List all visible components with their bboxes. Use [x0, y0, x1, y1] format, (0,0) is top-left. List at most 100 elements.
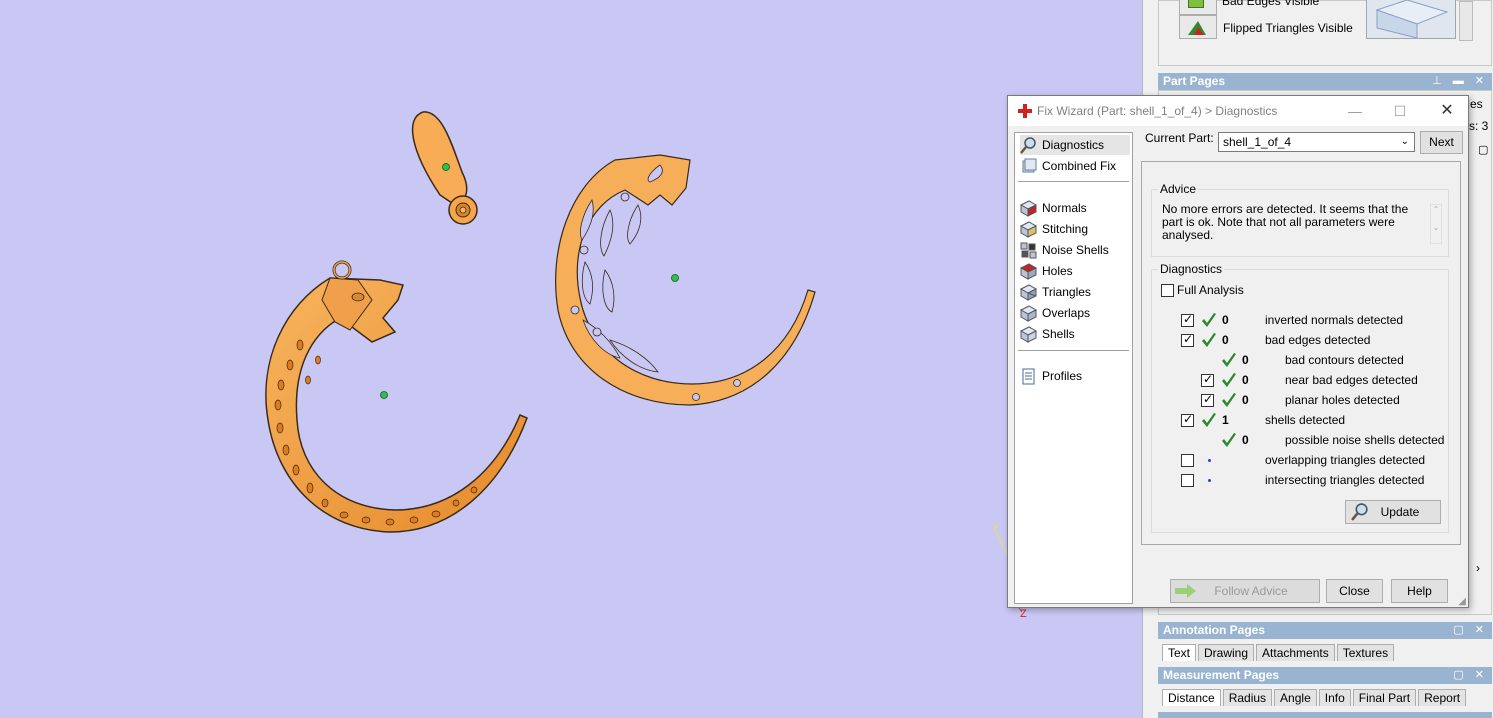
help-button[interactable]: Help	[1391, 579, 1448, 603]
follow-advice-button[interactable]: Follow Advice	[1170, 579, 1320, 603]
triangles-icon	[1020, 283, 1037, 301]
status-unknown-dot	[1208, 479, 1211, 482]
normals-cube-icon	[1020, 199, 1037, 217]
close-button[interactable]: Close	[1326, 579, 1383, 603]
visibility-scrollbar[interactable]	[1459, 1, 1473, 41]
diagnostic-checkbox[interactable]	[1181, 412, 1194, 427]
diagnostic-checkbox[interactable]	[1201, 392, 1214, 407]
tab-radius[interactable]: Radius	[1222, 689, 1273, 706]
nav-item-combined-fix[interactable]: Combined Fix	[1020, 156, 1116, 176]
advice-scrollbar[interactable]: ⌃ ⌄	[1430, 204, 1442, 244]
part-pages-title: Part Pages ⊥ ▬ ✕	[1158, 73, 1492, 90]
leopard-hoop-filigree-shell[interactable]	[555, 154, 816, 406]
update-label: Update	[1380, 505, 1420, 519]
next-dock-panel-title	[1158, 712, 1492, 718]
tab-distance[interactable]: Distance	[1162, 689, 1221, 706]
measurement-tabs: Distance Radius Angle Info Final Part Re…	[1158, 689, 1467, 707]
nav-item-stitching[interactable]: Stitching	[1020, 219, 1088, 239]
diagnostic-count: 0	[1242, 393, 1249, 407]
nav-item-triangles[interactable]: Triangles	[1020, 282, 1091, 302]
annotation-pages-controls[interactable]: ▢ ✕	[1453, 622, 1488, 639]
nav-label: Stitching	[1042, 222, 1089, 236]
flipped-triangles-visible-button[interactable]	[1179, 15, 1217, 39]
model-scene[interactable]	[0, 0, 1142, 718]
nav-item-shells[interactable]: Shells	[1020, 324, 1075, 344]
tab-final-part[interactable]: Final Part	[1352, 689, 1417, 706]
magnifier-icon	[1351, 503, 1368, 521]
checkmark-icon	[1222, 433, 1236, 447]
diagnostic-count: 1	[1222, 413, 1229, 427]
3d-viewport[interactable]: Y Z	[0, 0, 1142, 718]
pivot-marker	[442, 163, 450, 171]
annotation-pages-title: Annotation Pages ▢ ✕	[1158, 622, 1492, 639]
nav-item-overlaps[interactable]: Overlaps	[1020, 303, 1090, 323]
measurement-pages-controls[interactable]: ▢ ✕	[1453, 667, 1488, 684]
nav-label: Overlaps	[1042, 306, 1091, 320]
close-window-button[interactable]: ✕	[1432, 100, 1462, 122]
combined-fix-icon	[1022, 158, 1037, 172]
minimize-button[interactable]: —	[1340, 100, 1370, 122]
advice-group: Advice No more errors are detected. It s…	[1151, 182, 1449, 257]
wizard-nav: Diagnostics Combined Fix Normals Stitchi…	[1014, 132, 1133, 604]
chevron-right-icon[interactable]: ›	[1476, 561, 1480, 575]
nav-item-diagnostics[interactable]: Diagnostics	[1020, 135, 1130, 155]
tab-drawing[interactable]: Drawing	[1198, 644, 1255, 661]
nav-item-normals[interactable]: Normals	[1020, 198, 1087, 218]
tab-attachments[interactable]: Attachments	[1256, 644, 1335, 661]
flipped-triangles-label: Flipped Triangles Visible	[1223, 21, 1353, 35]
noise-shells-icon	[1020, 242, 1037, 258]
nav-label: Profiles	[1042, 369, 1083, 383]
nav-separator	[1018, 350, 1129, 351]
next-button[interactable]: Next	[1420, 131, 1463, 154]
part-pages-tab-partial[interactable]: es	[1470, 97, 1483, 111]
diagnostic-label: bad edges detected	[1265, 333, 1371, 347]
diagnostic-count: 0	[1222, 313, 1229, 327]
scroll-arrow-icon[interactable]: ▢	[1478, 143, 1488, 156]
diagnostic-checkbox[interactable]	[1181, 312, 1194, 327]
dialog-titlebar[interactable]: Fix Wizard (Part: shell_1_of_4) > Diagno…	[1008, 96, 1468, 126]
current-part-value: shell_1_of_4	[1223, 135, 1292, 149]
annotation-pages-title-text: Annotation Pages	[1163, 623, 1266, 637]
orientation-preview[interactable]	[1366, 0, 1456, 39]
diagnostic-checkbox[interactable]	[1181, 474, 1194, 487]
tab-textures[interactable]: Textures	[1336, 644, 1395, 661]
profiles-document-icon	[1022, 368, 1035, 384]
tab-report[interactable]: Report	[1418, 689, 1467, 706]
checkmark-icon	[1202, 413, 1216, 427]
resize-grip-icon[interactable]: ◢	[1458, 596, 1466, 607]
current-part-label: Current Part:	[1145, 131, 1214, 145]
diagnostic-checkbox[interactable]	[1201, 372, 1214, 387]
full-analysis-checkbox[interactable]	[1161, 284, 1174, 297]
fix-wizard-dialog: Fix Wizard (Part: shell_1_of_4) > Diagno…	[1007, 95, 1469, 608]
checkmark-icon	[1202, 333, 1216, 347]
current-part-select[interactable]: shell_1_of_4 ⌄	[1218, 132, 1415, 152]
dialog-title: Fix Wizard (Part: shell_1_of_4) > Diagno…	[1037, 104, 1278, 118]
cube-icon	[1375, 0, 1449, 39]
diagnostic-checkbox[interactable]	[1181, 454, 1194, 467]
tab-angle[interactable]: Angle	[1274, 689, 1317, 706]
nav-item-noise-shells[interactable]: Noise Shells	[1020, 240, 1109, 260]
nav-item-profiles[interactable]: Profiles	[1020, 366, 1082, 386]
diagnostic-count: 0	[1242, 373, 1249, 387]
tab-info[interactable]: Info	[1318, 689, 1351, 706]
diagnostic-checkbox[interactable]	[1181, 332, 1194, 347]
drop-pendant-shell[interactable]	[411, 111, 478, 225]
leopard-hoop-solid-shell[interactable]	[265, 260, 528, 533]
arrow-right-icon	[1175, 584, 1196, 598]
checkmark-icon	[1222, 353, 1236, 367]
diagnostics-title: Diagnostics	[1158, 262, 1225, 276]
nav-label: Normals	[1042, 201, 1087, 215]
diagnostic-label: bad contours detected	[1285, 353, 1404, 367]
maximize-button[interactable]: ☐	[1385, 100, 1415, 122]
nav-item-holes[interactable]: Holes	[1020, 261, 1073, 281]
nav-label: Noise Shells	[1042, 243, 1109, 257]
bad-edges-visible-button[interactable]	[1179, 0, 1217, 15]
part-pages-controls[interactable]: ⊥ ▬ ✕	[1432, 73, 1488, 90]
diagnostic-count: 0	[1242, 353, 1249, 367]
update-button[interactable]: Update	[1345, 500, 1441, 524]
overlaps-icon	[1020, 304, 1037, 322]
checkmark-icon	[1222, 393, 1236, 407]
tab-text[interactable]: Text	[1162, 644, 1197, 661]
status-unknown-dot	[1208, 459, 1211, 462]
advice-text: No more errors are detected. It seems th…	[1162, 202, 1409, 242]
